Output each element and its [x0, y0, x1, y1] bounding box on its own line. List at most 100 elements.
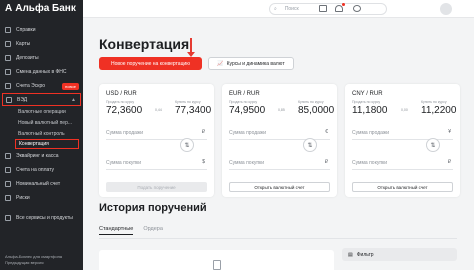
filter-icon: ▤: [348, 251, 353, 258]
card-pair: CNY / RUR: [352, 91, 383, 97]
buy-rate: 72,3600: [106, 105, 143, 116]
rates-button[interactable]: 📈 Курсы и динамика валют: [208, 57, 294, 70]
buy-rate-label: Продать по курсу: [352, 100, 381, 104]
currency-symbol: ¥: [448, 129, 451, 135]
sidebar-item-label: Все сервисы и продукты: [16, 215, 73, 221]
filter-label: Фильтр: [356, 251, 374, 258]
logo[interactable]: A Альфа Банк: [5, 3, 76, 14]
new-conversion-button[interactable]: Новое поручение на конвертацию: [99, 57, 202, 70]
mail-icon[interactable]: [319, 5, 327, 12]
sub-item-currency-ops[interactable]: Валютные операции: [18, 106, 83, 117]
rate-change: 0,85: [278, 108, 285, 112]
sub-item-conversion[interactable]: Конвертация: [15, 139, 79, 149]
logo-mark: A: [5, 3, 13, 14]
sell-amount-placeholder: Сумма продажи: [106, 129, 144, 136]
main-content: Конвертация Новое поручение на конвертац…: [83, 18, 474, 270]
submit-order-button[interactable]: Подать поручение: [106, 182, 207, 192]
swap-icon[interactable]: ⇅: [180, 138, 194, 152]
tab-orders[interactable]: Ордера: [143, 226, 163, 235]
sell-rate-label: Купить по курсу: [421, 100, 447, 104]
currency-card-cny: CNY / RUR Продать по курсу Купить по кур…: [345, 84, 460, 197]
sidebar-item-label: Счета Эскро: [16, 83, 46, 89]
sidebar-item-escrow[interactable]: Счета Эскро новое: [0, 79, 83, 93]
sidebar-item-label: Счета на оплату: [16, 167, 55, 173]
search-input[interactable]: ⌕ Поиск: [269, 3, 387, 15]
open-currency-account-button[interactable]: Открыть валютный счет: [352, 182, 453, 192]
history-title: История поручений: [99, 202, 207, 214]
currency-symbol: $: [202, 159, 205, 165]
sell-rate: 11,2200: [421, 105, 457, 116]
avatar[interactable]: [440, 3, 452, 15]
buy-amount-placeholder: Сумма покупки: [229, 159, 265, 166]
sidebar-item-spravki[interactable]: Справки: [0, 23, 83, 37]
buy-rate: 74,9500: [229, 105, 266, 116]
rate-change: 0,00: [401, 108, 408, 112]
sell-rate-label: Купить по курсу: [175, 100, 201, 104]
topbar: ⌕ Поиск: [83, 0, 474, 18]
deposit-icon: [5, 55, 11, 61]
sidebar-item-label: Карты: [16, 41, 31, 47]
building-icon: [5, 69, 11, 75]
annotation-arrow: [187, 38, 195, 57]
sidebar-item-ved[interactable]: ВЭД ▲: [2, 93, 81, 106]
swap-icon[interactable]: ⇅: [426, 138, 440, 152]
sidebar-item-fns[interactable]: Смена данных в ФНС: [0, 65, 83, 79]
card-icon: [5, 41, 11, 47]
sell-amount-field[interactable]: Сумма продажи €: [229, 126, 330, 140]
open-currency-account-button[interactable]: Открыть валютный счет: [229, 182, 330, 192]
buy-rate-label: Продать по курсу: [106, 100, 135, 104]
sub-item-currency-control[interactable]: Валютный контроль: [18, 128, 83, 139]
document-icon: [5, 27, 11, 33]
sell-amount-placeholder: Сумма продажи: [352, 129, 390, 136]
sidebar-item-nominal[interactable]: Номинальный счет: [0, 177, 83, 191]
filter-button[interactable]: ▤ Фильтр: [342, 248, 457, 261]
tab-standard[interactable]: Стандартные: [99, 226, 134, 235]
grid-icon: [5, 215, 11, 221]
rate-change: 0,44: [155, 108, 162, 112]
history-tabs: Стандартные Ордера: [99, 226, 163, 235]
card-pair: EUR / RUR: [229, 91, 260, 97]
help-icon[interactable]: [353, 5, 361, 12]
tabs-divider: [99, 238, 457, 239]
sell-amount-field[interactable]: Сумма продажи ¥: [352, 126, 453, 140]
buy-rate-label: Продать по курсу: [229, 100, 258, 104]
buy-amount-field[interactable]: Сумма покупки ₽: [352, 156, 453, 170]
sidebar-item-all-services[interactable]: Все сервисы и продукты: [0, 211, 83, 225]
globe-icon: [6, 96, 12, 103]
buy-amount-field[interactable]: Сумма покупки ₽: [229, 156, 330, 170]
buy-rate: 11,1800: [352, 105, 388, 116]
currency-symbol: ₽: [201, 129, 205, 135]
search-placeholder: Поиск: [284, 6, 299, 12]
sidebar-item-deposits[interactable]: Депозиты: [0, 51, 83, 65]
previous-version-link[interactable]: Предыдущая версия: [5, 260, 62, 266]
sidebar: A Альфа Банк Справки Карты Депозиты Смен…: [0, 0, 83, 270]
bell-icon[interactable]: [335, 5, 343, 12]
card-pair: USD / RUR: [106, 91, 137, 97]
sidebar-item-label: Эквайринг и касса: [16, 153, 59, 159]
currency-symbol: €: [325, 129, 328, 135]
sidebar-item-risks[interactable]: Риски: [0, 191, 83, 205]
sidebar-item-acquiring[interactable]: Эквайринг и касса: [0, 149, 83, 163]
currency-card-eur: EUR / RUR Продать по курсу Купить по кур…: [222, 84, 337, 197]
swap-icon[interactable]: ⇅: [303, 138, 317, 152]
buy-amount-field[interactable]: Сумма покупки $: [106, 156, 207, 170]
sidebar-item-label: Депозиты: [16, 55, 39, 61]
currency-symbol: ₽: [447, 159, 451, 165]
search-icon: ⌕: [274, 6, 277, 12]
sell-rate-label: Купить по курсу: [298, 100, 324, 104]
sidebar-item-label: Смена данных в ФНС: [16, 69, 67, 75]
chevron-up-icon: ▲: [71, 96, 76, 103]
currency-cards: USD / RUR Продать по курсу Купить по кур…: [99, 84, 461, 197]
sell-amount-field[interactable]: Сумма продажи ₽: [106, 126, 207, 140]
escrow-icon: [5, 83, 11, 89]
terminal-icon: [5, 153, 11, 159]
sidebar-item-label: Номинальный счет: [16, 181, 61, 187]
chart-icon: 📈: [217, 60, 224, 67]
sidebar-item-invoices[interactable]: Счета на оплату: [0, 163, 83, 177]
invoice-icon: [5, 167, 11, 173]
sub-item-new-transfer[interactable]: Новый валютный пер...: [18, 117, 83, 128]
currency-card-usd: USD / RUR Продать по курсу Купить по кур…: [99, 84, 214, 197]
buy-amount-placeholder: Сумма покупки: [106, 159, 142, 166]
sidebar-item-cards[interactable]: Карты: [0, 37, 83, 51]
sell-rate: 77,3400: [175, 105, 212, 116]
